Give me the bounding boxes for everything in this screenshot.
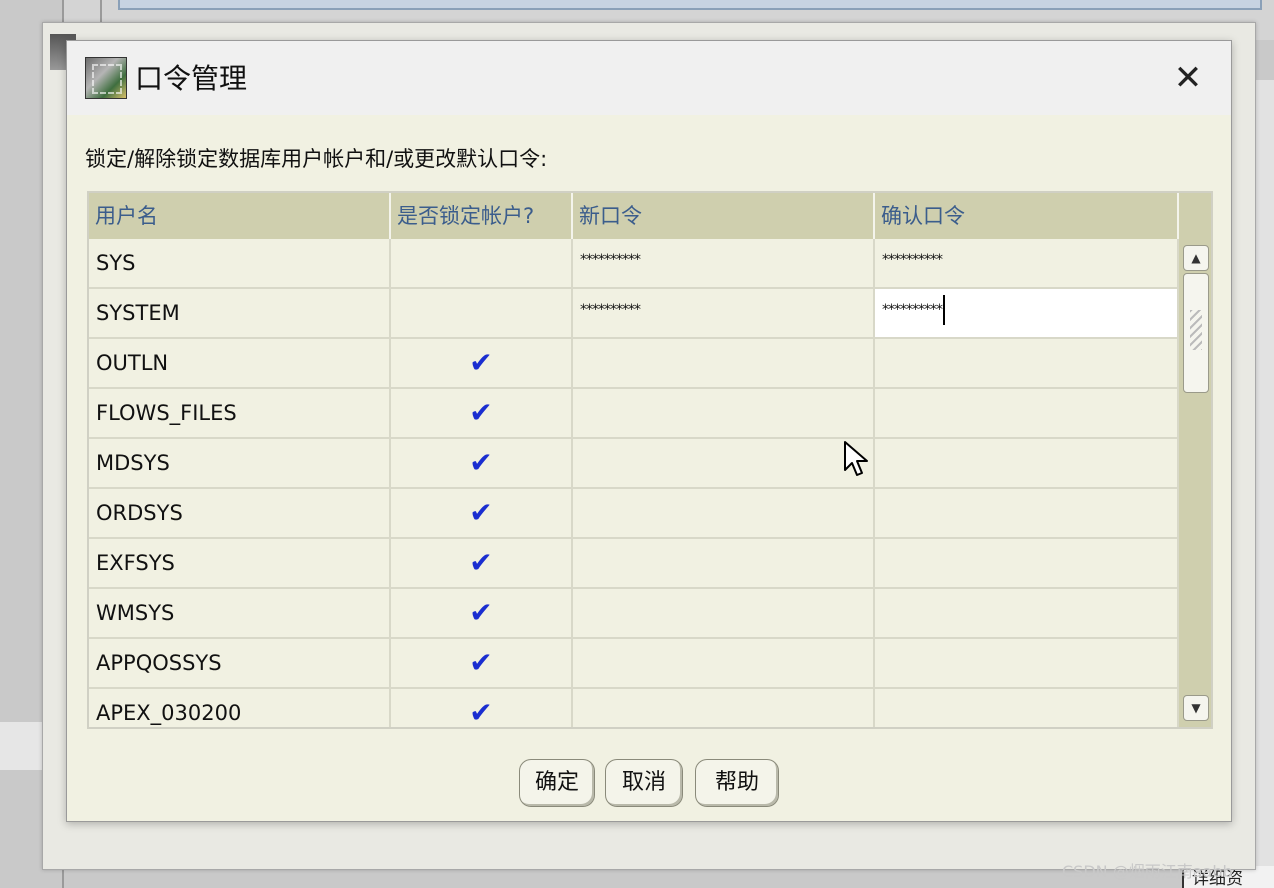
cancel-button[interactable]: 取消 bbox=[605, 759, 683, 807]
header-confirm-password[interactable]: 确认口令 bbox=[875, 193, 1179, 239]
new-password-field[interactable] bbox=[573, 639, 875, 687]
table-header: 用户名 是否锁定帐户? 新口令 确认口令 bbox=[89, 193, 1211, 239]
table-row[interactable]: SYSTEM ********** ********** bbox=[89, 289, 1179, 339]
confirm-password-value: ********** bbox=[882, 302, 943, 318]
instruction-text: 锁定/解除锁定数据库用户帐户和/或更改默认口令: bbox=[85, 147, 548, 171]
username-cell: FLOWS_FILES bbox=[89, 389, 391, 437]
table-row[interactable]: OUTLN ✔ bbox=[89, 339, 1179, 389]
lock-checkbox[interactable]: ✔ bbox=[391, 689, 573, 727]
new-password-field[interactable] bbox=[573, 489, 875, 537]
table-row[interactable]: ORDSYS ✔ bbox=[89, 489, 1179, 539]
new-password-field[interactable]: ********** bbox=[573, 239, 875, 287]
username-cell: ORDSYS bbox=[89, 489, 391, 537]
table-row[interactable]: WMSYS ✔ bbox=[89, 589, 1179, 639]
lock-checkbox[interactable]: ✔ bbox=[391, 389, 573, 437]
username-cell: OUTLN bbox=[89, 339, 391, 387]
confirm-password-field[interactable] bbox=[875, 689, 1179, 727]
new-password-field[interactable] bbox=[573, 439, 875, 487]
username-cell: SYS bbox=[89, 239, 391, 287]
username-cell: APEX_030200 bbox=[89, 689, 391, 727]
lock-checkbox[interactable]: ✔ bbox=[391, 439, 573, 487]
lock-checkbox[interactable]: ✔ bbox=[391, 589, 573, 637]
table-body: SYS ********** ********** SYSTEM *******… bbox=[89, 239, 1179, 727]
accounts-table: 用户名 是否锁定帐户? 新口令 确认口令 SYS ********** ****… bbox=[87, 191, 1213, 729]
dialog-title: 口令管理 bbox=[135, 62, 248, 95]
lock-checkbox[interactable]: ✔ bbox=[391, 639, 573, 687]
confirm-password-field[interactable] bbox=[875, 439, 1179, 487]
header-new-password[interactable]: 新口令 bbox=[573, 193, 875, 239]
table-row[interactable]: APPQOSSYS ✔ bbox=[89, 639, 1179, 689]
table-row[interactable]: FLOWS_FILES ✔ bbox=[89, 389, 1179, 439]
password-management-dialog: 口令管理 ✕ 锁定/解除锁定数据库用户帐户和/或更改默认口令: 用户名 是否锁定… bbox=[66, 40, 1232, 822]
background-panel bbox=[0, 722, 44, 770]
text-caret bbox=[943, 295, 945, 325]
background-title-bar bbox=[118, 0, 1262, 10]
scrollbar-thumb[interactable] bbox=[1183, 273, 1209, 393]
lock-checkbox[interactable] bbox=[391, 289, 573, 337]
header-username[interactable]: 用户名 bbox=[89, 193, 391, 239]
header-locked[interactable]: 是否锁定帐户? bbox=[391, 193, 573, 239]
background-panel-right bbox=[1254, 80, 1274, 888]
scroll-down-icon[interactable]: ▼ bbox=[1183, 695, 1209, 721]
username-cell: EXFSYS bbox=[89, 539, 391, 587]
username-cell: APPQOSSYS bbox=[89, 639, 391, 687]
ok-button[interactable]: 确定 bbox=[519, 759, 595, 807]
table-row[interactable]: SYS ********** ********** bbox=[89, 239, 1179, 289]
confirm-password-field[interactable] bbox=[875, 489, 1179, 537]
username-cell: WMSYS bbox=[89, 589, 391, 637]
vertical-scrollbar[interactable]: ▲ ▼ bbox=[1179, 239, 1211, 727]
confirm-password-field[interactable] bbox=[875, 539, 1179, 587]
database-app-icon bbox=[85, 57, 127, 99]
confirm-password-field[interactable] bbox=[875, 639, 1179, 687]
dialog-titlebar[interactable]: 口令管理 ✕ bbox=[67, 41, 1231, 115]
table-row[interactable]: APEX_030200 ✔ bbox=[89, 689, 1179, 727]
confirm-password-field-active[interactable]: ********** bbox=[875, 289, 1179, 337]
help-button[interactable]: 帮助 bbox=[695, 759, 779, 807]
lock-checkbox[interactable]: ✔ bbox=[391, 489, 573, 537]
confirm-password-field[interactable] bbox=[875, 339, 1179, 387]
new-password-field[interactable] bbox=[573, 689, 875, 727]
confirm-password-field[interactable]: ********** bbox=[875, 239, 1179, 287]
lock-checkbox[interactable] bbox=[391, 239, 573, 287]
lock-checkbox[interactable]: ✔ bbox=[391, 539, 573, 587]
scroll-up-icon[interactable]: ▲ bbox=[1183, 245, 1209, 271]
new-password-field[interactable] bbox=[573, 339, 875, 387]
new-password-field[interactable] bbox=[573, 389, 875, 437]
grip-icon bbox=[1190, 310, 1202, 350]
confirm-password-field[interactable] bbox=[875, 389, 1179, 437]
mouse-pointer-icon bbox=[844, 441, 868, 476]
username-cell: MDSYS bbox=[89, 439, 391, 487]
close-button[interactable]: ✕ bbox=[1161, 51, 1215, 105]
new-password-field[interactable] bbox=[573, 589, 875, 637]
new-password-field[interactable]: ********** bbox=[573, 289, 875, 337]
new-password-field[interactable] bbox=[573, 539, 875, 587]
confirm-password-field[interactable] bbox=[875, 589, 1179, 637]
table-row[interactable]: MDSYS ✔ bbox=[89, 439, 1179, 489]
dialog-buttons: 确定 取消 帮助 bbox=[67, 757, 1231, 809]
watermark-text: CSDN @烟雨江南aabb bbox=[1062, 862, 1233, 881]
table-row[interactable]: EXFSYS ✔ bbox=[89, 539, 1179, 589]
lock-checkbox[interactable]: ✔ bbox=[391, 339, 573, 387]
header-corner bbox=[1179, 193, 1207, 239]
username-cell: SYSTEM bbox=[89, 289, 391, 337]
